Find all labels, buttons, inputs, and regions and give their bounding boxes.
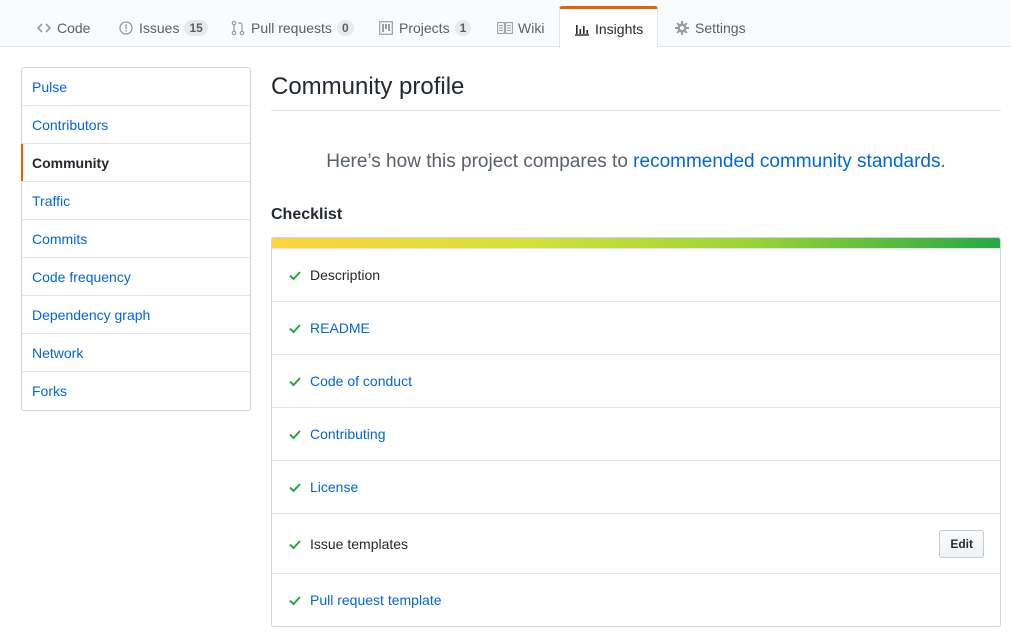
sidebar-item-traffic[interactable]: Traffic — [22, 182, 250, 220]
book-icon — [497, 20, 513, 36]
tab-label: Code — [57, 19, 91, 36]
pull-requests-count-badge: 0 — [336, 19, 354, 36]
tab-label: Issues — [139, 19, 180, 36]
check-icon — [288, 268, 302, 282]
edit-issue-templates-button[interactable]: Edit — [939, 529, 984, 558]
license-link[interactable]: License — [310, 479, 358, 495]
sidebar-item-dependency-graph[interactable]: Dependency graph — [22, 296, 250, 334]
contributing-link[interactable]: Contributing — [310, 426, 386, 442]
tab-label: Insights — [595, 20, 644, 37]
code-icon — [36, 20, 52, 36]
checklist-progress-bar — [272, 238, 1000, 248]
community-standards-link[interactable]: recommended community standards — [633, 151, 940, 172]
sidebar-item-code-frequency[interactable]: Code frequency — [22, 258, 250, 296]
check-icon — [288, 480, 302, 494]
sidebar-item-network[interactable]: Network — [22, 334, 250, 372]
tab-pull-requests[interactable]: Pull requests 0 — [216, 8, 368, 47]
tab-insights[interactable]: Insights — [559, 6, 659, 48]
sidebar-item-community[interactable]: Community — [21, 144, 250, 182]
project-icon — [378, 20, 394, 36]
code-of-conduct-link[interactable]: Code of conduct — [310, 373, 412, 389]
sidebar-item-forks[interactable]: Forks — [22, 372, 250, 410]
tab-settings[interactable]: Settings — [660, 8, 760, 47]
pull-request-icon — [230, 20, 246, 36]
checklist-heading: Checklist — [271, 206, 343, 223]
tab-label: Settings — [695, 19, 746, 36]
insights-sidebar-menu: Pulse Contributors Community Traffic Com… — [21, 67, 251, 411]
page-title: Community profile — [271, 67, 1001, 111]
check-icon — [288, 537, 302, 551]
issues-count-badge: 15 — [184, 19, 208, 36]
checklist-item-contributing: Contributing — [272, 407, 1000, 460]
checklist-box: Description README Code of conduct Contr… — [271, 237, 1001, 627]
check-icon — [288, 593, 302, 607]
tab-issues[interactable]: Issues 15 — [104, 8, 222, 47]
graph-icon — [574, 21, 590, 37]
tab-code[interactable]: Code — [22, 8, 104, 47]
projects-count-badge: 1 — [454, 19, 472, 36]
check-icon — [288, 374, 302, 388]
checklist-item-issue-templates: Issue templates Edit — [272, 513, 1000, 573]
tab-label: Wiki — [518, 19, 545, 36]
check-icon — [288, 427, 302, 441]
pull-request-template-link[interactable]: Pull request template — [310, 592, 442, 608]
checklist-label: Issue templates — [310, 535, 409, 552]
lead-suffix: . — [940, 151, 946, 172]
tab-wiki[interactable]: Wiki — [483, 8, 558, 47]
checklist-item-readme: README — [272, 301, 1000, 354]
readme-link[interactable]: README — [310, 320, 370, 336]
tab-projects[interactable]: Projects 1 — [364, 8, 485, 47]
tab-label: Projects — [399, 19, 450, 36]
checklist-item-code-of-conduct: Code of conduct — [272, 354, 1000, 407]
check-icon — [288, 321, 302, 335]
sidebar-item-commits[interactable]: Commits — [22, 220, 250, 258]
lead-text: Here’s how this project compares to — [326, 151, 634, 172]
repo-nav: Code Issues 15 Pull requests 0 Projects … — [0, 0, 1011, 48]
issue-icon — [118, 20, 134, 36]
main-content: Community profile Here’s how this projec… — [271, 67, 1001, 627]
tab-label: Pull requests — [251, 19, 332, 36]
sidebar-item-contributors[interactable]: Contributors — [22, 106, 250, 144]
sidebar-item-pulse[interactable]: Pulse — [22, 68, 250, 106]
checklist-item-license: License — [272, 460, 1000, 513]
checklist-item-pull-request-template: Pull request template — [272, 573, 1000, 626]
gear-icon — [674, 20, 690, 36]
checklist-item-description: Description — [272, 248, 1000, 301]
community-standards-lead: Here’s how this project compares to reco… — [271, 147, 1001, 177]
checklist-label: Description — [310, 267, 381, 283]
